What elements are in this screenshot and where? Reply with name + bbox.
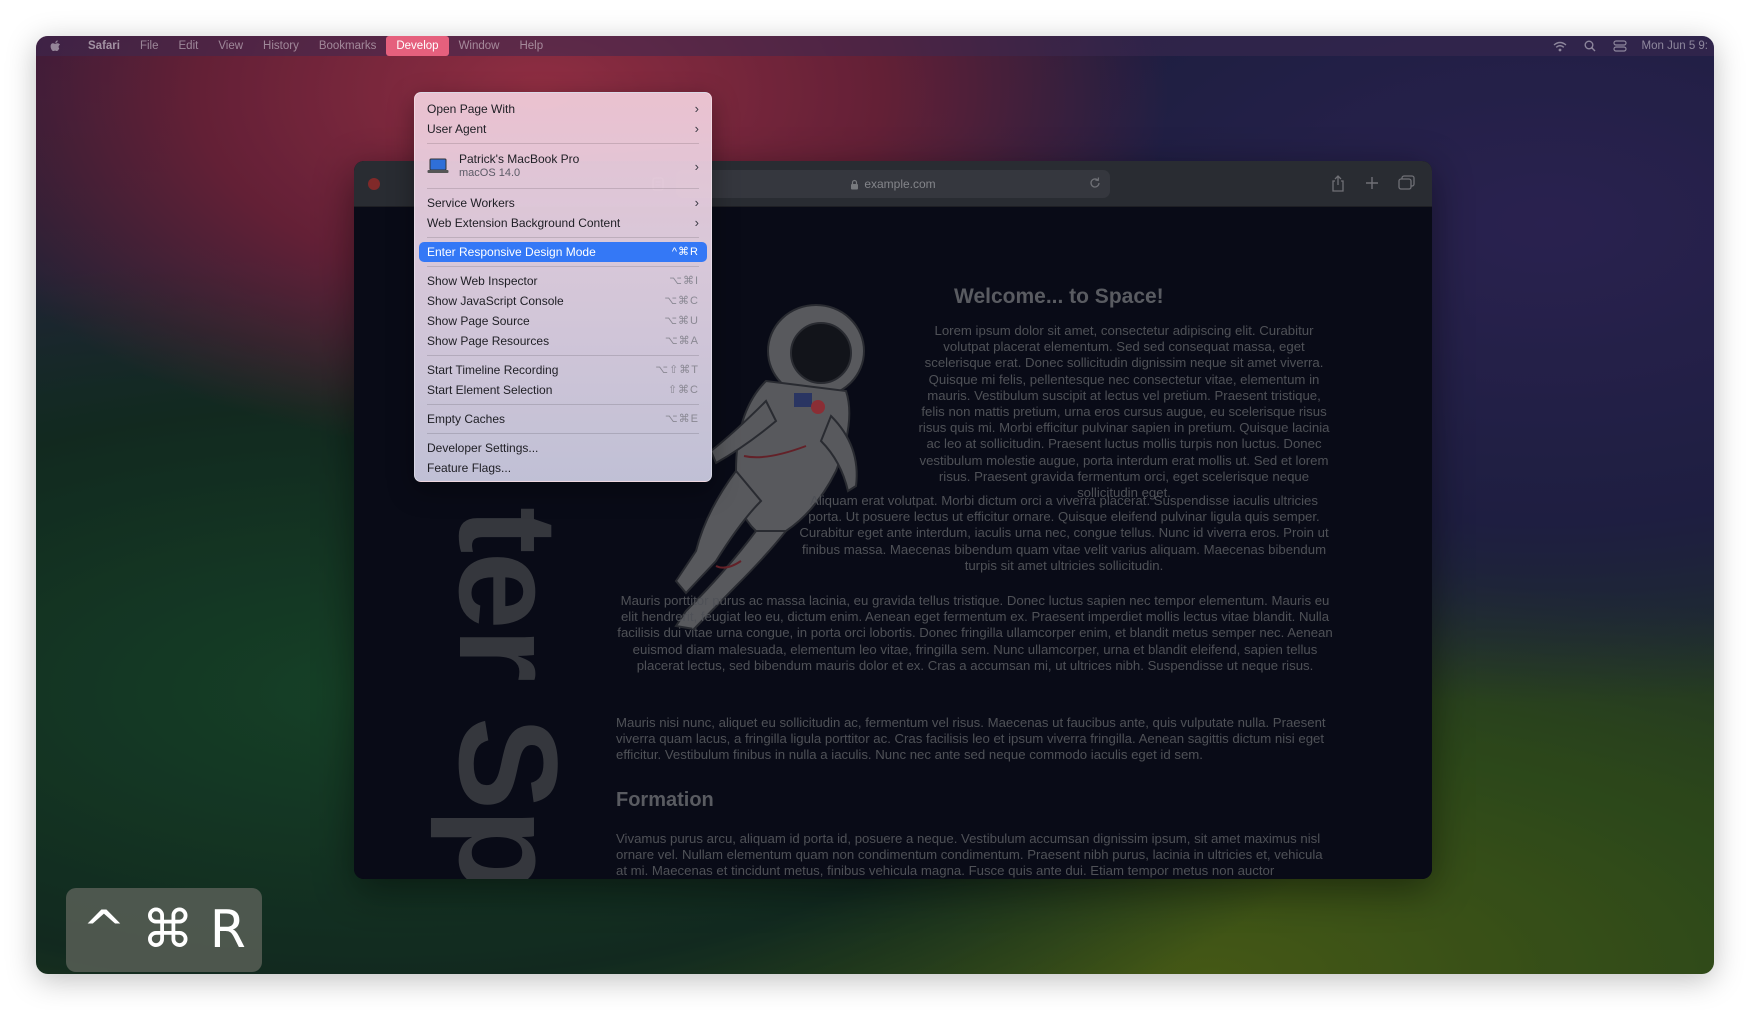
menu-item-label: Show JavaScript Console bbox=[427, 294, 564, 308]
menu-item-page-source[interactable]: Show Page Source ⌥⌘U bbox=[415, 311, 711, 331]
apple-icon[interactable] bbox=[48, 39, 62, 53]
menu-item-web-extension-bg[interactable]: Web Extension Background Content › bbox=[415, 213, 711, 233]
menu-item-label: Web Extension Background Content bbox=[427, 216, 621, 230]
menu-separator bbox=[427, 404, 699, 405]
r-key-symbol: R bbox=[209, 900, 246, 960]
menu-bookmarks[interactable]: Bookmarks bbox=[309, 36, 387, 56]
menu-file[interactable]: File bbox=[130, 36, 169, 56]
search-icon[interactable] bbox=[1582, 39, 1598, 53]
menu-item-element-selection[interactable]: Start Element Selection ⇧⌘C bbox=[415, 380, 711, 400]
menu-item-feature-flags[interactable]: Feature Flags... bbox=[415, 458, 711, 478]
menu-item-user-agent[interactable]: User Agent › bbox=[415, 119, 711, 139]
command-key-symbol: ⌘ bbox=[141, 900, 194, 960]
menu-edit[interactable]: Edit bbox=[169, 36, 209, 56]
menu-window[interactable]: Window bbox=[449, 36, 510, 56]
chevron-right-icon: › bbox=[694, 101, 699, 116]
menu-item-label: Service Workers bbox=[427, 196, 515, 210]
menu-item-device[interactable]: Patrick's MacBook Pro macOS 14.0 › bbox=[415, 148, 711, 184]
menu-item-label: Start Element Selection bbox=[427, 383, 553, 397]
menu-item-shortcut: ⌥⌘U bbox=[664, 315, 699, 327]
menu-item-responsive-design-mode[interactable]: Enter Responsive Design Mode ^⌘R bbox=[419, 242, 707, 262]
menu-item-shortcut: ⇧⌘C bbox=[667, 384, 699, 396]
menu-item-label: Developer Settings... bbox=[427, 441, 539, 455]
menu-separator bbox=[427, 433, 699, 434]
menu-item-label: Start Timeline Recording bbox=[427, 363, 559, 377]
menu-item-label: Show Web Inspector bbox=[427, 274, 538, 288]
menu-item-shortcut: ⌥⇧⌘T bbox=[655, 364, 699, 376]
menu-item-shortcut: ^⌘R bbox=[671, 246, 699, 258]
menu-separator bbox=[427, 237, 699, 238]
menu-separator bbox=[427, 143, 699, 144]
menu-separator bbox=[427, 266, 699, 267]
menu-item-label: Show Page Resources bbox=[427, 334, 550, 348]
menu-item-web-inspector[interactable]: Show Web Inspector ⌥⌘I bbox=[415, 271, 711, 291]
menu-item-label: Enter Responsive Design Mode bbox=[427, 245, 596, 259]
menu-item-label: User Agent bbox=[427, 122, 487, 136]
menu-safari[interactable]: Safari bbox=[78, 36, 130, 56]
chevron-right-icon: › bbox=[694, 121, 699, 136]
menu-item-label: Empty Caches bbox=[427, 412, 506, 426]
menu-item-shortcut: ⌥⌘E bbox=[664, 413, 699, 425]
desktop: example.com ter Spa Welcome... to Space!… bbox=[36, 36, 1714, 974]
menu-item-service-workers[interactable]: Service Workers › bbox=[415, 193, 711, 213]
menu-view[interactable]: View bbox=[208, 36, 253, 56]
menu-item-label: Show Page Source bbox=[427, 314, 530, 328]
chevron-right-icon: › bbox=[694, 195, 699, 210]
chevron-right-icon: › bbox=[694, 215, 699, 230]
menu-separator bbox=[427, 188, 699, 189]
menu-item-js-console[interactable]: Show JavaScript Console ⌥⌘C bbox=[415, 291, 711, 311]
menu-item-timeline-recording[interactable]: Start Timeline Recording ⌥⇧⌘T bbox=[415, 360, 711, 380]
menu-help[interactable]: Help bbox=[509, 36, 553, 56]
menu-item-open-page-with[interactable]: Open Page With › bbox=[415, 99, 711, 119]
menu-item-empty-caches[interactable]: Empty Caches ⌥⌘E bbox=[415, 409, 711, 429]
menu-item-page-resources[interactable]: Show Page Resources ⌥⌘A bbox=[415, 331, 711, 351]
menu-separator bbox=[427, 355, 699, 356]
desktop-dimmer bbox=[36, 36, 1714, 974]
control-key-symbol: ^ bbox=[82, 900, 126, 960]
menu-item-label: Open Page With bbox=[427, 102, 516, 116]
menu-develop[interactable]: Develop bbox=[386, 36, 449, 56]
menu-item-shortcut: ⌥⌘C bbox=[664, 295, 699, 307]
develop-menu: Open Page With › User Agent › Patrick's … bbox=[414, 92, 712, 482]
menu-history[interactable]: History bbox=[253, 36, 309, 56]
menubar-clock[interactable]: Mon Jun 5 9: bbox=[1642, 40, 1708, 52]
device-os: macOS 14.0 bbox=[459, 167, 521, 179]
chevron-right-icon: › bbox=[694, 158, 699, 174]
menu-item-label: Feature Flags... bbox=[427, 461, 512, 475]
menu-item-shortcut: ⌥⌘A bbox=[664, 335, 699, 347]
laptop-icon bbox=[427, 158, 449, 173]
wifi-icon[interactable] bbox=[1552, 39, 1568, 53]
keyboard-shortcut-overlay: ^ ⌘ R bbox=[66, 888, 262, 972]
control-center-icon[interactable] bbox=[1612, 39, 1628, 53]
menu-bar: Safari File Edit View History Bookmarks … bbox=[36, 36, 1714, 56]
menu-item-developer-settings[interactable]: Developer Settings... bbox=[415, 438, 711, 458]
device-name: Patrick's MacBook Pro bbox=[459, 152, 580, 166]
menu-item-shortcut: ⌥⌘I bbox=[669, 275, 699, 287]
